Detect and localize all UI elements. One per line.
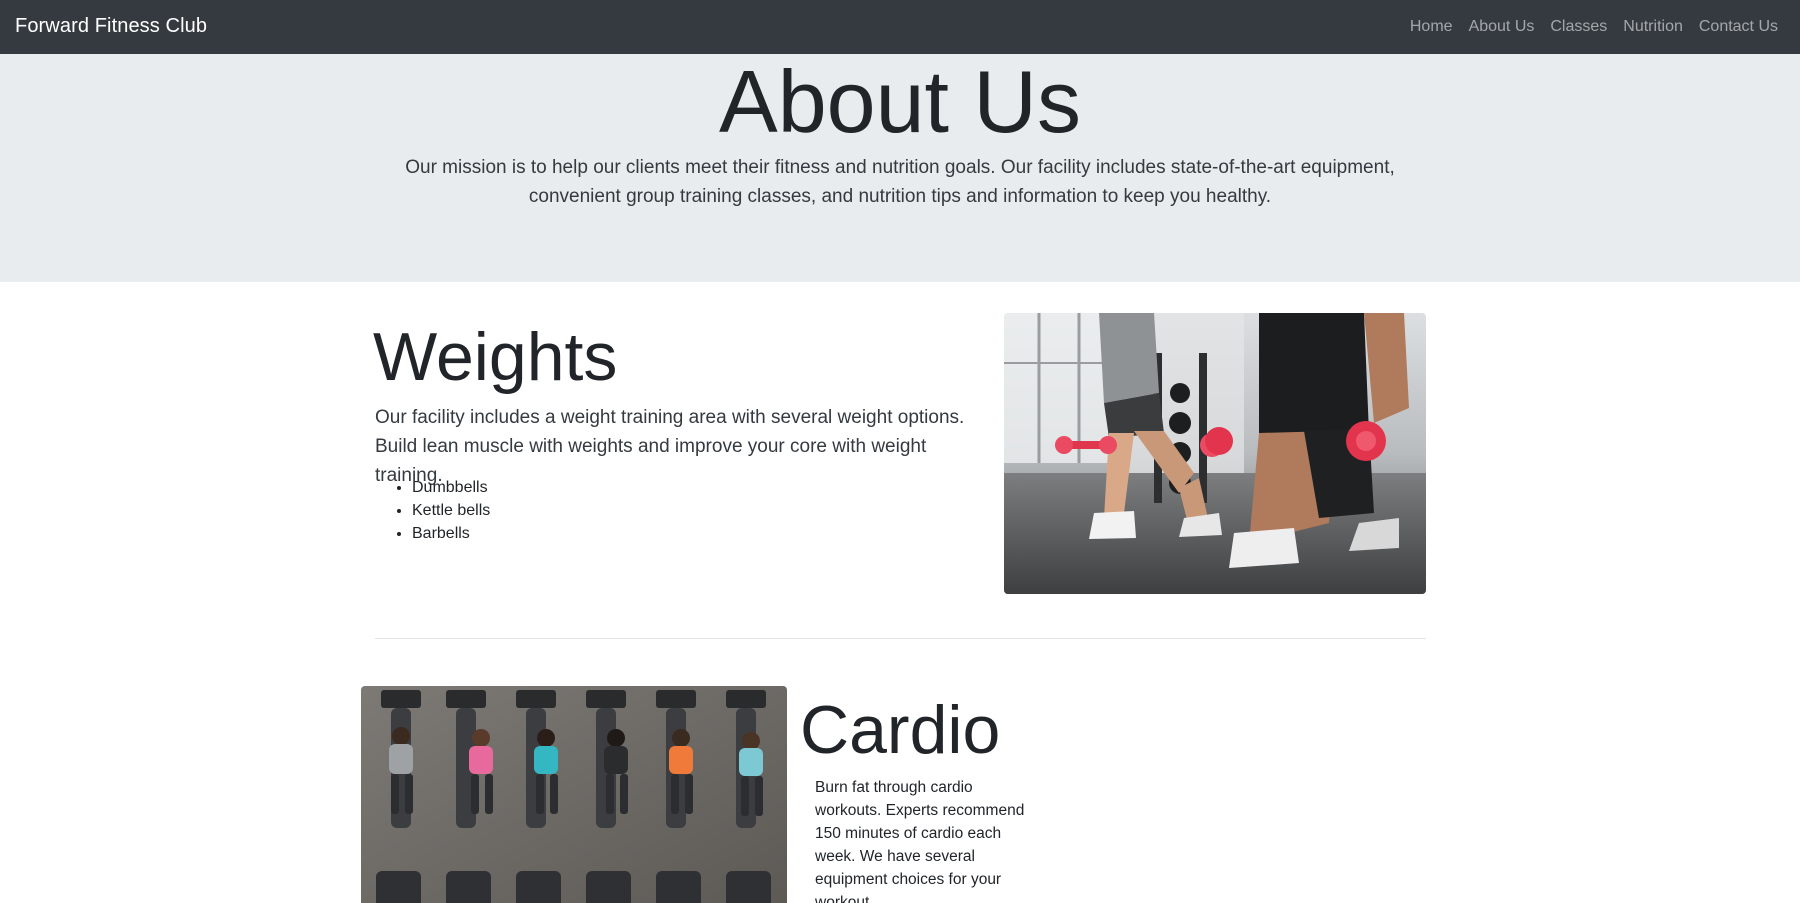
weights-photo: [1004, 313, 1426, 594]
nav-link-contact-us[interactable]: Contact Us: [1699, 18, 1778, 36]
nav-link-about-us[interactable]: About Us: [1469, 18, 1535, 36]
list-item: Barbells: [412, 522, 490, 545]
section-divider: [375, 638, 1426, 639]
list-item: Kettle bells: [412, 499, 490, 522]
weights-list: Dumbbells Kettle bells Barbells: [412, 476, 490, 545]
cardio-heading: Cardio: [800, 692, 1001, 768]
list-item: Dumbbells: [412, 476, 490, 499]
cardio-photo: [361, 686, 787, 903]
nav-link-home[interactable]: Home: [1410, 18, 1453, 36]
page-title: About Us: [719, 52, 1081, 151]
navbar: Forward Fitness Club Home About Us Class…: [0, 0, 1800, 54]
nav-link-classes[interactable]: Classes: [1550, 18, 1607, 36]
weights-heading: Weights: [373, 319, 618, 395]
navbar-brand[interactable]: Forward Fitness Club: [15, 15, 207, 38]
nav-link-nutrition[interactable]: Nutrition: [1623, 18, 1683, 36]
nav-links: Home About Us Classes Nutrition Contact …: [1394, 18, 1778, 36]
jumbotron: About Us Our mission is to help our clie…: [0, 52, 1800, 282]
cardio-description: Burn fat through cardio workouts. Expert…: [815, 779, 1025, 903]
mission-statement: Our mission is to help our clients meet …: [405, 157, 1395, 207]
